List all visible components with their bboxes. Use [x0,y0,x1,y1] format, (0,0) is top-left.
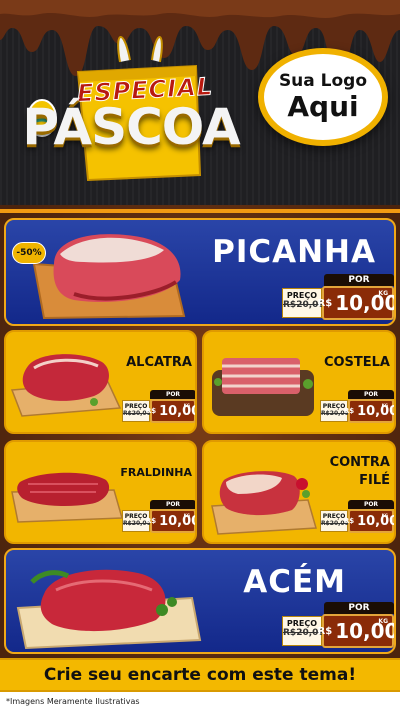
product-name: PICANHA [212,234,376,270]
product-name-line2: FILÉ [359,473,390,488]
currency: R$ [343,517,355,525]
por-label: POR [348,390,394,399]
por-label: POR [150,500,195,509]
product-card-fraldinha[interactable]: FRALDINHA POR PREÇO R$20,00 R$ 10,00 KG [4,440,197,544]
unit: KG [381,513,388,518]
new-price: R$ 10,00 KG [318,286,394,320]
new-price: R$ 10,00 KG [318,614,394,648]
currency: R$ [317,297,333,309]
por-label: POR [324,274,394,286]
price-value: 10,00 [357,513,396,529]
preco-label: PREÇO [124,403,148,410]
old-price: R$20,00 [283,300,325,310]
header-divider [0,209,400,213]
title-pascoa: PÁSCOA [22,98,240,156]
product-name-line1: CONTRA [329,455,390,470]
footer-banner: Crie seu encarte com este tema! [0,658,400,692]
product-card-picanha[interactable]: -50% PICANHA POR PREÇO R$20,00 R$ 10,00 … [4,218,396,326]
disclaimer: *Imagens Meramente Ilustrativas [0,692,400,711]
price-tag: POR PREÇO R$20,00 R$ 10,00 KG [282,602,394,650]
preco-label: PREÇO [322,513,346,520]
product-name: ACÉM [243,564,346,600]
new-price: R$ 10,00 KG [146,399,197,423]
header: ESPECIAL PÁSCOA Sua Logo Aqui [0,0,400,210]
footer-text: Crie seu encarte com este tema! [43,665,357,685]
price-tag: POR PREÇO R$20,00 R$ 10,00 KG [122,390,197,424]
product-card-alcatra[interactable]: ALCATRA POR PREÇO R$20,00 R$ 10,00 KG [4,330,197,434]
currency: R$ [317,625,333,637]
preco-label: PREÇO [286,291,318,300]
price-value: 10,00 [159,403,197,419]
product-name: CONTRA FILÉ [304,454,390,490]
discount-badge: -50% [12,242,46,264]
product-card-acem[interactable]: ACÉM POR PREÇO R$20,00 R$ 10,00 KG [4,548,396,654]
por-label: POR [150,390,195,399]
product-name: COSTELA [323,355,390,370]
unit: KG [183,513,190,518]
preco-label: PREÇO [286,619,318,628]
product-card-costela[interactable]: COSTELA POR PREÇO R$20,00 R$ 10,00 KG [202,330,396,434]
price-value: 10,00 [159,513,197,529]
logo-line2: Aqui [287,90,359,123]
unit: KG [378,618,388,625]
logo-badge: Sua Logo Aqui [258,48,388,146]
currency: R$ [145,517,157,525]
por-label: POR [348,500,394,509]
price-tag: POR PREÇO R$20,00 R$ 10,00 KG [122,500,197,534]
price-value: 10,00 [357,403,396,419]
currency: R$ [343,407,355,415]
unit: KG [183,403,190,408]
product-name: ALCATRA [126,355,192,370]
product-card-contra-file[interactable]: CONTRA FILÉ POR PREÇO R$20,00 R$ 10,00 K… [202,440,396,544]
old-price-box: PREÇO R$20,00 [282,616,325,646]
product-name: FRALDINHA [120,466,192,479]
currency: R$ [145,407,157,415]
new-price: R$ 10,00 KG [344,509,396,533]
price-tag: POR PREÇO R$20,00 R$ 10,00 KG [320,390,394,424]
acem-image [16,569,202,650]
new-price: R$ 10,00 KG [344,399,396,423]
old-price-box: PREÇO R$20,00 [282,288,325,318]
logo-line1: Sua Logo [278,71,368,91]
por-label: POR [324,602,394,614]
unit: KG [378,290,388,297]
old-price: R$20,00 [283,628,325,638]
picanha-image [32,234,186,320]
preco-label: PREÇO [124,513,148,520]
preco-label: PREÇO [322,403,346,410]
new-price: R$ 10,00 KG [146,509,197,533]
unit: KG [381,403,388,408]
price-tag: POR PREÇO R$20,00 R$ 10,00 KG [282,274,394,322]
price-tag: POR PREÇO R$20,00 R$ 10,00 KG [320,500,394,534]
